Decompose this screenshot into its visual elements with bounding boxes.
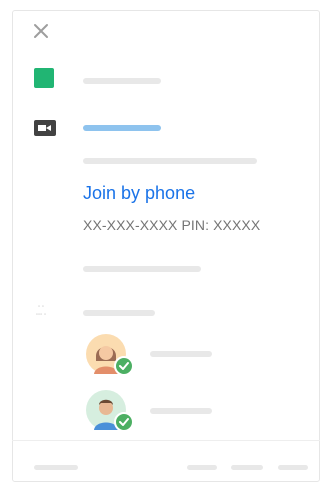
more-info-placeholder-line [83, 266, 201, 272]
join-by-phone-link[interactable]: Join by phone [83, 183, 195, 204]
guest-avatar-2[interactable] [86, 390, 134, 432]
guest-1-accepted-check [114, 356, 134, 376]
color-square-icon [34, 68, 54, 88]
check-icon [119, 418, 129, 426]
footer-action-placeholder-1[interactable] [187, 465, 217, 470]
title-placeholder-line [83, 78, 161, 84]
phone-pin-text: XX-XXX-XXXX PIN: XXXXX [83, 217, 261, 233]
guest-1-name-placeholder-line [150, 351, 212, 357]
guest-2-accepted-check [114, 412, 134, 432]
footer-left-placeholder[interactable] [34, 465, 78, 470]
video-link-placeholder-line[interactable] [83, 125, 161, 131]
guests-header-placeholder-line [83, 310, 155, 316]
close-icon[interactable] [30, 20, 52, 42]
meeting-info-placeholder-line [83, 158, 257, 164]
video-camera-icon [34, 120, 56, 136]
footer-action-placeholder-2[interactable] [231, 465, 263, 470]
guest-2-name-placeholder-line [150, 408, 212, 414]
footer-divider [12, 440, 320, 441]
check-icon [119, 362, 129, 370]
footer-action-placeholder-3[interactable] [278, 465, 308, 470]
guest-avatar-1[interactable] [86, 334, 134, 376]
guests-icon: ▫ ▫ ▫▫▫ ▫ [35, 304, 47, 318]
